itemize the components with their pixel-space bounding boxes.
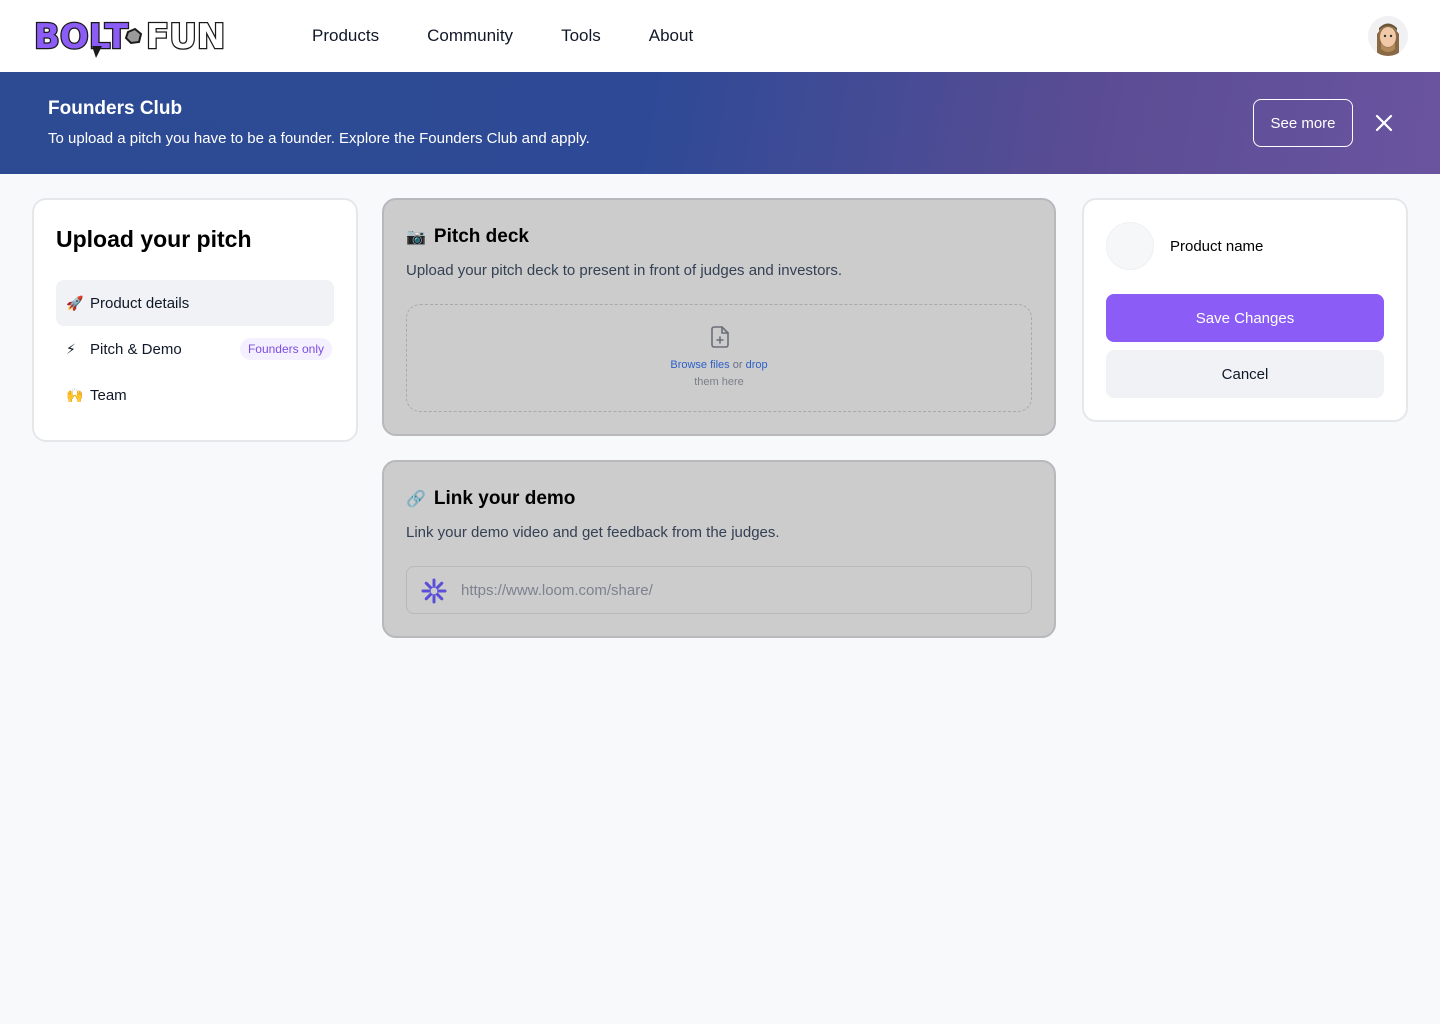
link-demo-card: 🔗 Link your demo Link your demo video an… — [382, 460, 1056, 638]
svg-text:FUN: FUN — [146, 17, 225, 57]
banner-title: Founders Club — [48, 98, 183, 119]
avatar-face-icon — [1368, 16, 1408, 56]
pitch-deck-title: 📷 Pitch deck — [406, 226, 529, 248]
dropzone-hint: them here — [694, 376, 744, 388]
close-icon[interactable] — [1372, 111, 1396, 135]
camera-icon: 📷 — [406, 229, 426, 246]
pitch-deck-description: Upload your pitch deck to present in fro… — [406, 262, 843, 279]
upload-steps-card: Upload your pitch 🚀 Product details ⚡ Pi… — [32, 198, 358, 442]
founders-only-badge: Founders only — [239, 338, 332, 360]
nav-link-about[interactable]: About — [649, 24, 693, 48]
user-avatar[interactable] — [1368, 16, 1408, 56]
dropzone-instructions: Browse files or drop — [407, 359, 1031, 371]
founders-club-banner: Founders Club To upload a pitch you have… — [0, 72, 1440, 174]
svg-text:BOLT: BOLT — [34, 17, 129, 57]
banner-text: To upload a pitch you have to be a found… — [48, 130, 590, 147]
top-nav: BOLT FUN Products Community Tools About — [0, 0, 1440, 72]
lightning-icon: ⚡ — [66, 340, 76, 357]
file-plus-icon — [711, 326, 729, 348]
demo-url-field — [406, 566, 1032, 614]
steps-menu: 🚀 Product details ⚡ Pitch & Demo Founder… — [56, 280, 334, 418]
browse-files-link[interactable]: Browse files — [670, 359, 729, 371]
cancel-button[interactable]: Cancel — [1106, 350, 1384, 398]
nav-link-community[interactable]: Community — [427, 24, 513, 48]
product-name: Product name — [1170, 238, 1264, 255]
pitch-deck-dropzone[interactable]: Browse files or drop them here — [406, 304, 1032, 412]
raised-hands-icon: 🙌 — [66, 386, 84, 403]
upload-title: Upload your pitch — [56, 226, 252, 252]
demo-title-text: Link your demo — [433, 488, 576, 509]
product-thumbnail — [1106, 222, 1154, 270]
nav-link-tools[interactable]: Tools — [561, 24, 601, 48]
demo-description: Link your demo video and get feedback fr… — [406, 524, 780, 541]
link-icon: 🔗 — [406, 491, 426, 508]
nav-link-products[interactable]: Products — [312, 24, 379, 48]
rocket-icon: 🚀 — [66, 294, 84, 311]
drop-link[interactable]: drop — [746, 359, 768, 371]
pitch-deck-card: 📷 Pitch deck Upload your pitch deck to p… — [382, 198, 1056, 436]
demo-url-input[interactable] — [461, 567, 1021, 613]
loom-icon — [421, 578, 447, 604]
see-more-button[interactable]: See more — [1253, 99, 1353, 147]
step-pitch-demo[interactable]: ⚡ Pitch & Demo Founders only — [56, 326, 334, 372]
step-label: Team — [90, 386, 127, 404]
or-text: or — [732, 359, 743, 371]
nav-links: Products Community Tools About — [312, 24, 693, 48]
step-product-details[interactable]: 🚀 Product details — [56, 280, 334, 326]
step-label: Product details — [90, 294, 190, 312]
step-label: Pitch & Demo — [90, 340, 182, 358]
step-team[interactable]: 🙌 Team — [56, 372, 334, 418]
save-changes-button[interactable]: Save Changes — [1106, 294, 1384, 342]
product-actions-card: Product name Save Changes Cancel — [1082, 198, 1408, 422]
pitch-deck-title-text: Pitch deck — [433, 226, 529, 247]
demo-title: 🔗 Link your demo — [406, 488, 575, 510]
bolt-fun-logo[interactable]: BOLT FUN — [32, 12, 232, 60]
